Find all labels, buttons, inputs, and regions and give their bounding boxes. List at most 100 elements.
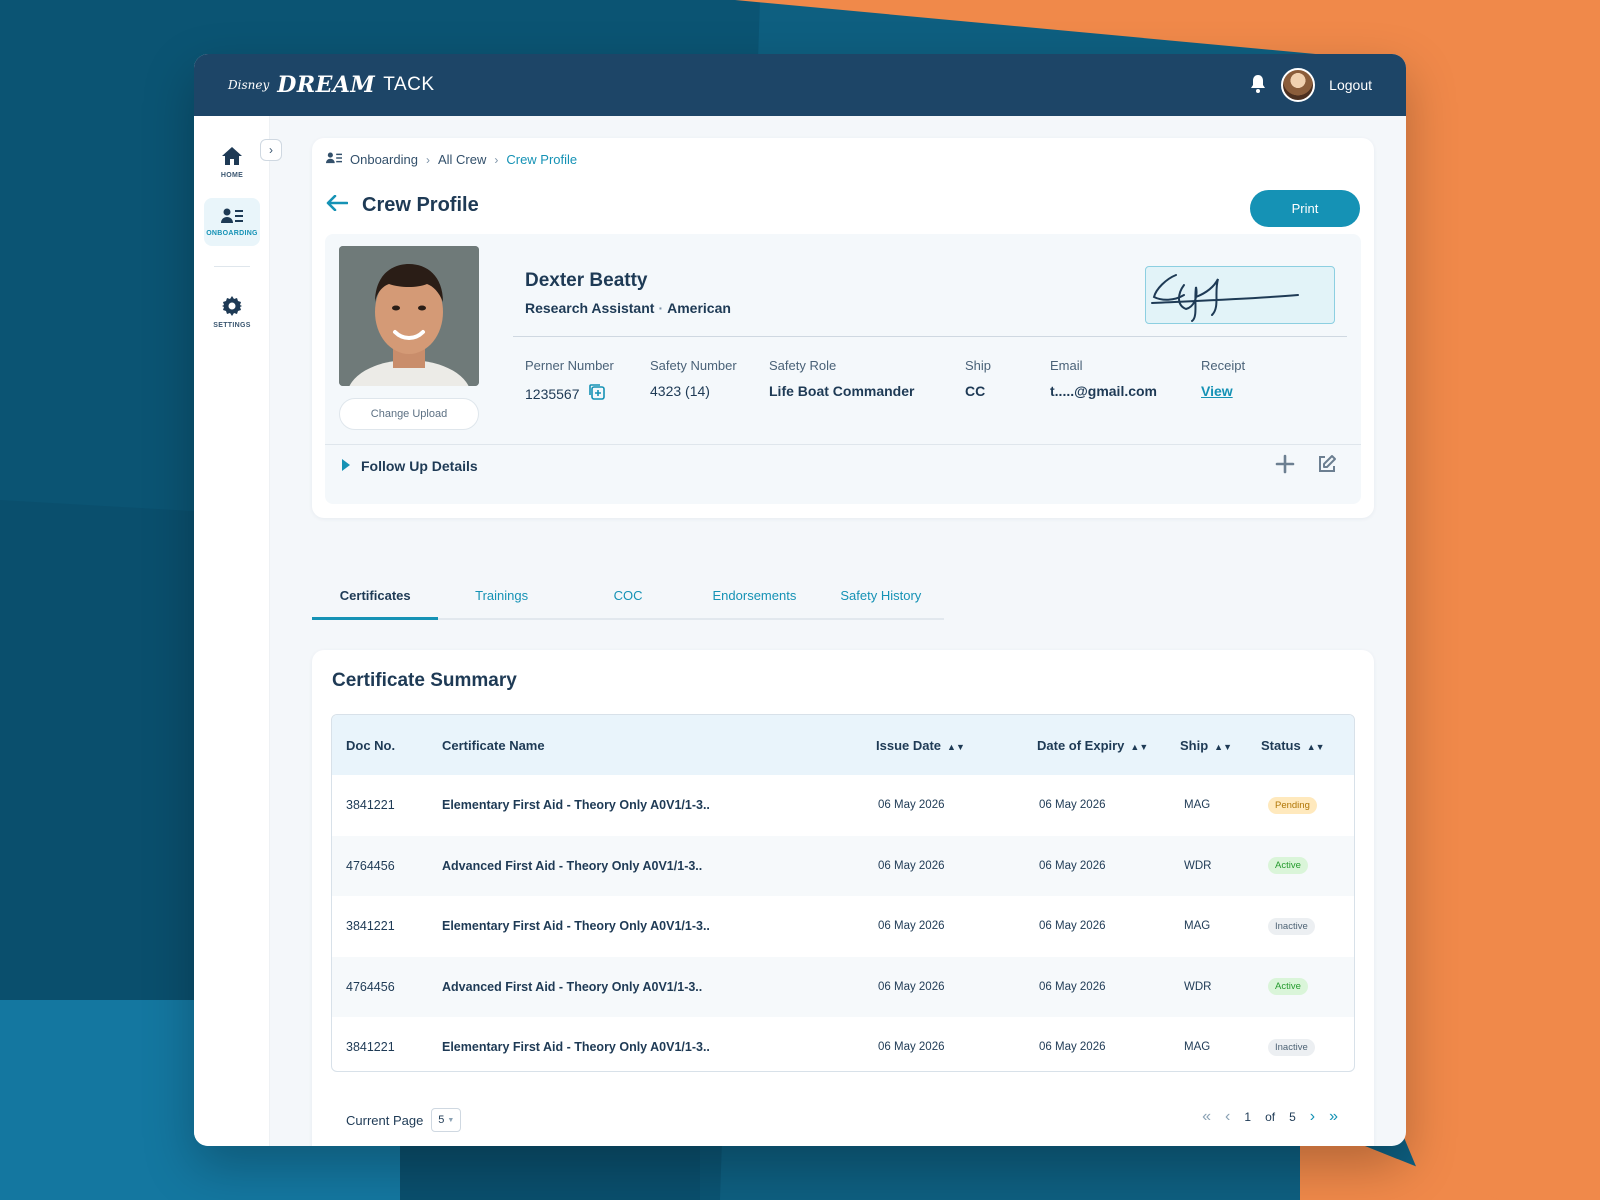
ship-value: CC — [965, 383, 986, 399]
cell-ship: MAG — [1184, 799, 1211, 812]
status-badge: Inactive — [1268, 1038, 1315, 1056]
profile-panel: Change Upload Dexter Beatty Research Ass… — [325, 234, 1361, 504]
cell-expiry-date: 06 May 2026 — [1039, 980, 1106, 993]
cell-expiry-date: 06 May 2026 — [1039, 1041, 1106, 1054]
sidebar-item-onboarding[interactable]: ONBOARDING — [204, 198, 260, 246]
table-header: Doc No. Certificate Name Issue Date ▲▼ Da… — [332, 715, 1354, 775]
column-header: Certificate Name — [442, 737, 545, 753]
page-size-select[interactable]: 5 ▼ — [431, 1108, 462, 1132]
last-page-icon[interactable]: » — [1329, 1108, 1338, 1126]
column-label: Status — [1261, 737, 1301, 753]
tab-trainings[interactable]: Trainings — [438, 580, 564, 618]
field-perner-number: Perner Number 1235567 — [525, 358, 614, 404]
logout-button[interactable]: Logout — [1329, 77, 1372, 93]
cell-expiry-date: 06 May 2026 — [1039, 920, 1106, 933]
field-label: Safety Role — [769, 358, 837, 373]
chevron-right-icon: › — [425, 152, 430, 167]
field-label: Safety Number — [650, 358, 737, 373]
next-page-icon[interactable]: › — [1310, 1108, 1315, 1126]
breadcrumb-onboarding[interactable]: Onboarding — [350, 152, 418, 167]
first-page-icon[interactable]: « — [1202, 1108, 1211, 1126]
sidebar: HOME ONBOARDING SETTINGS — [194, 116, 270, 1146]
add-icon[interactable] — [1275, 454, 1295, 479]
cell-issue-date: 06 May 2026 — [878, 920, 945, 933]
table-body: 3841221 Elementary First Aid - Theory On… — [332, 775, 1354, 1071]
field-ship: Ship CC — [965, 358, 991, 399]
column-header-sortable[interactable]: Ship ▲▼ — [1180, 738, 1232, 753]
certificate-table: Doc No. Certificate Name Issue Date ▲▼ Da… — [331, 714, 1355, 1072]
table-row[interactable]: 3841221 Elementary First Aid - Theory On… — [332, 1017, 1354, 1071]
follow-up-label: Follow Up Details — [361, 458, 478, 474]
sidebar-divider — [214, 266, 250, 267]
breadcrumb-crew-profile: Crew Profile — [506, 152, 578, 167]
sidebar-item-home[interactable]: HOME — [204, 138, 260, 186]
breadcrumb-all-crew[interactable]: All Crew — [438, 152, 486, 167]
crew-name: Dexter Beatty — [525, 270, 648, 291]
receipt-view-link[interactable]: View — [1201, 383, 1233, 399]
signature — [1145, 266, 1335, 324]
field-label: Email — [1050, 358, 1083, 373]
crew-nationality: American — [667, 300, 731, 316]
page-title: Crew Profile — [362, 194, 479, 216]
cell-certificate-name: Advanced First Aid - Theory Only A0V1/1-… — [442, 979, 703, 994]
table-row[interactable]: 3841221 Elementary First Aid - Theory On… — [332, 775, 1354, 836]
gear-icon — [222, 295, 242, 318]
field-label: Ship — [965, 358, 992, 373]
sidebar-toggle-button[interactable]: › — [260, 139, 282, 161]
column-label: Ship — [1180, 737, 1209, 753]
certificate-summary-card: Certificate Summary Doc No. Certificate … — [312, 650, 1374, 1146]
breadcrumb: Onboarding › All Crew › Crew Profile — [326, 152, 577, 167]
email-value: t.....@gmail.com — [1050, 383, 1158, 399]
perner-number-value: 1235567 — [525, 385, 580, 402]
brand-main: DREAM — [277, 72, 376, 98]
follow-up-toggle[interactable]: Follow Up Details — [341, 458, 478, 474]
bell-icon[interactable] — [1249, 74, 1267, 97]
previous-page-icon[interactable]: ‹ — [1225, 1108, 1230, 1126]
page-header: Crew Profile — [326, 194, 479, 217]
profile-divider — [513, 336, 1347, 337]
field-label: Perner Number — [525, 358, 614, 373]
change-upload-button[interactable]: Change Upload — [339, 398, 479, 430]
table-row[interactable]: 3841221 Elementary First Aid - Theory On… — [332, 896, 1354, 957]
tab-coc[interactable]: COC — [565, 580, 691, 618]
current-page-number: 1 — [1244, 1110, 1252, 1124]
column-header-sortable[interactable]: Date of Expiry ▲▼ — [1037, 738, 1148, 753]
brand-logo[interactable]: Disney DREAM TACK — [228, 72, 435, 98]
profile-card: Onboarding › All Crew › Crew Profile Cre… — [312, 138, 1374, 518]
tab-safety-history[interactable]: Safety History — [818, 580, 944, 618]
print-button[interactable]: Print — [1250, 190, 1360, 227]
cell-expiry-date: 06 May 2026 — [1039, 859, 1106, 872]
avatar[interactable] — [1281, 68, 1316, 102]
cell-doc-no: 3841221 — [346, 1040, 395, 1055]
table-row[interactable]: 4764456 Advanced First Aid - Theory Only… — [332, 835, 1354, 896]
field-email: Email t.....@gmail.com — [1050, 358, 1157, 399]
pagination: « ‹ 1 of 5 › » — [1202, 1108, 1338, 1126]
sort-icon: ▲▼ — [1306, 741, 1325, 752]
field-value: 1235567 — [525, 383, 614, 404]
tab-bar: Certificates Trainings COC Endorsements … — [312, 580, 944, 620]
copy-icon[interactable] — [588, 383, 606, 404]
sort-icon: ▲▼ — [1130, 741, 1149, 752]
onboarding-icon — [221, 208, 243, 226]
current-page-label: Current Page — [346, 1112, 424, 1128]
status-badge: Pending — [1268, 796, 1317, 814]
chevron-right-icon: › — [269, 143, 273, 157]
cell-issue-date: 06 May 2026 — [878, 980, 945, 993]
sort-icon: ▲▼ — [947, 741, 965, 752]
field-safety-number: Safety Number 4323 (14) — [650, 358, 737, 399]
tab-endorsements[interactable]: Endorsements — [691, 580, 817, 618]
cell-certificate-name: Elementary First Aid - Theory Only A0V1/… — [442, 798, 710, 813]
safety-number-value: 4323 (14) — [650, 383, 710, 399]
status-badge: Active — [1268, 857, 1308, 875]
tab-certificates[interactable]: Certificates — [312, 580, 439, 620]
table-row[interactable]: 4764456 Advanced First Aid - Theory Only… — [332, 956, 1354, 1017]
cell-expiry-date: 06 May 2026 — [1039, 799, 1106, 812]
cell-ship: MAG — [1184, 920, 1211, 933]
edit-icon[interactable] — [1317, 454, 1337, 479]
back-arrow-icon[interactable] — [326, 194, 349, 216]
sidebar-item-settings[interactable]: SETTINGS — [204, 288, 260, 336]
field-safety-role: Safety Role Life Boat Commander — [769, 358, 914, 399]
column-header-sortable[interactable]: Issue Date ▲▼ — [876, 738, 965, 753]
column-header-sortable[interactable]: Status ▲▼ — [1261, 738, 1325, 753]
brand-small: Disney — [228, 78, 270, 92]
